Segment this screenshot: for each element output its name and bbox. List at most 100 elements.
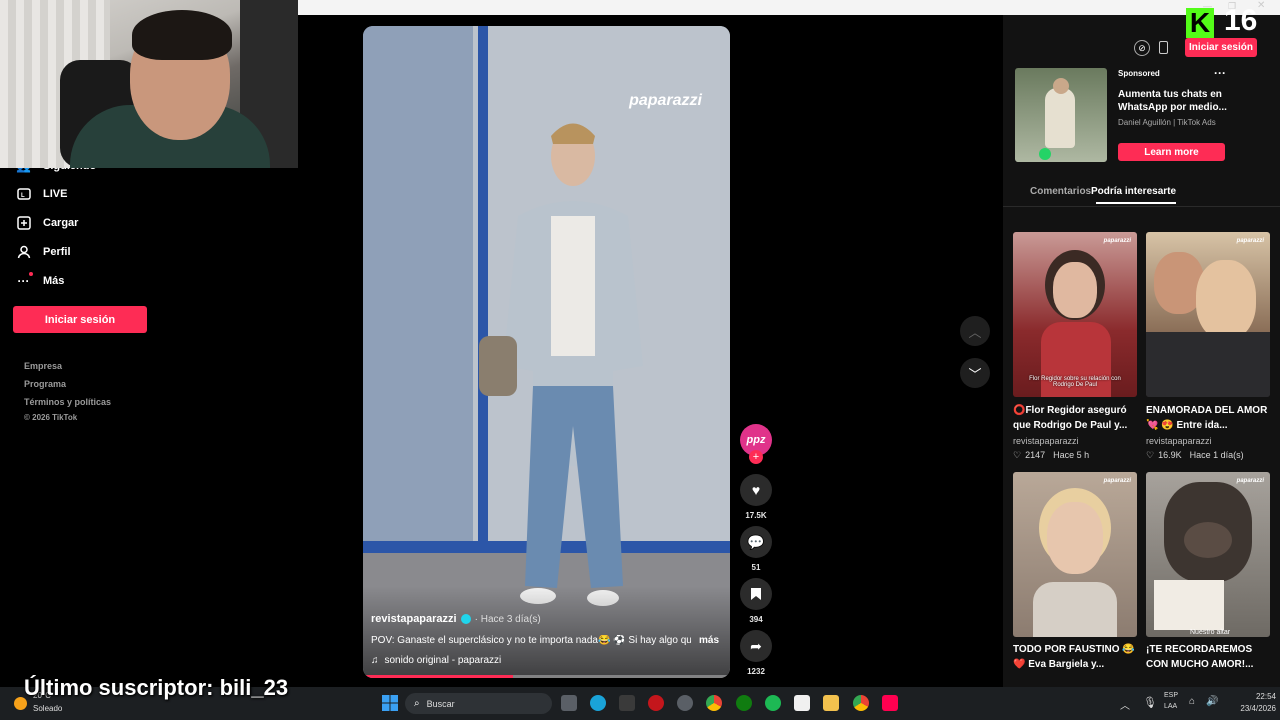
svg-text:L: L [21,193,25,199]
chrome-icon[interactable] [706,695,722,711]
chevron-down-icon: ﹀ [968,366,982,382]
obs-icon[interactable] [677,695,693,711]
suggested-video-thumb[interactable]: paparazzi Nuestro altar [1146,472,1270,637]
ad-sponsored-label: Sponsored [1118,69,1160,78]
suggested-video-time: Hace 5 h [1053,450,1090,460]
previous-video-button[interactable]: ︿ [960,316,990,346]
chevron-up-icon: ︿ [968,324,982,340]
share-button[interactable]: ➦ 1232 [740,630,772,676]
suggested-video-time: Hace 1 día(s) [1189,450,1244,460]
heart-icon: ♥ [740,474,772,506]
ad-title[interactable]: Aumenta tus chats en WhatsApp por medio.… [1118,88,1230,114]
heart-outline-icon: ♡ [1013,450,1022,460]
heart-outline-icon: ♡ [1146,450,1155,460]
spotify-icon[interactable] [765,695,781,711]
suggested-video-likes: 2147 [1025,450,1046,460]
like-button[interactable]: ♥ 17.5K [740,474,772,520]
folder-icon[interactable] [823,695,839,711]
video-time: · Hace 3 día(s) [474,613,541,625]
header-login-button[interactable]: Iniciar sesión [1185,38,1257,57]
creator-avatar[interactable]: ppz + [740,424,772,464]
browser-top-strip [298,0,1280,15]
microphone-icon[interactable]: 🎙 [1143,696,1157,709]
keyboard-layout[interactable]: LAA [1164,703,1177,710]
copyright: © 2026 TikTok [24,413,78,422]
suggested-video-title[interactable]: ENAMORADA DEL AMOR💘 😍 Entre ida... [1146,403,1270,433]
nav-item-upload[interactable]: Cargar [16,215,78,230]
chrome-icon[interactable] [853,695,869,711]
save-count: 394 [749,615,763,624]
video-author[interactable]: revistapaparazzi [371,613,457,625]
video-sound[interactable]: sonido original - paparazzi [385,655,502,666]
task-view-icon[interactable] [561,695,577,711]
search-icon: ⌕ [414,698,420,709]
next-video-button[interactable]: ﹀ [960,358,990,388]
tab-active-indicator [1096,202,1176,204]
live-icon: L [16,186,31,201]
more-icon: ··· [16,272,33,288]
webcam-overlay [0,0,298,168]
compass-icon[interactable]: ⊘ [1134,40,1150,56]
suggested-video-thumb[interactable]: paparazzi Flor Regidor sobre su relación… [1013,232,1137,397]
edge-icon[interactable] [590,695,606,711]
caption-more-button[interactable]: más [699,635,719,646]
verified-icon [460,614,471,624]
video-progress-bar[interactable] [363,675,730,678]
suggested-video-thumb[interactable]: paparazzi [1013,472,1137,637]
suggested-video-title[interactable]: ⭕Flor Regidor aseguró que Rodrigo De Pau… [1013,403,1137,433]
clock-date[interactable]: 23/4/2026 [1219,704,1276,713]
ad-author: Daniel Aguillón | TikTok Ads [1118,118,1216,127]
suggested-video-title[interactable]: TODO POR FAUSTINO 😂 ❤️ Eva Bargiela y... [1013,642,1137,672]
upload-icon [16,215,31,230]
network-icon[interactable]: ⌂ [1189,696,1195,707]
ad-learn-more-button[interactable]: Learn more [1118,143,1225,161]
app-red-icon[interactable] [648,695,664,711]
suggested-video-title[interactable]: ¡TE RECORDAREMOS CON MUCHO AMOR!... [1146,642,1270,672]
follow-plus-icon[interactable]: + [749,450,763,464]
window-close-icon[interactable]: ✕ [1257,0,1265,11]
suggested-video-author[interactable]: revistapaparazzi [1146,436,1212,446]
nav-item-more[interactable]: ··· Más [16,272,64,288]
footer-link-terms[interactable]: Términos y políticas [24,397,111,407]
video-watermark: paparazzi [629,92,702,109]
last-subscriber-overlay: Último suscriptor: bili_23 [24,675,289,700]
video-player[interactable]: paparazzi revistapaparazzi · Hace 3 día(… [363,26,730,678]
ad-menu-icon[interactable]: ··· [1214,66,1226,80]
window-restore-icon[interactable]: ❐ [1228,1,1236,12]
tab-suggested[interactable]: Podría interesarte [1091,186,1176,197]
weather-label[interactable]: Soleado [33,704,62,713]
device-icon[interactable] [1159,41,1168,54]
ad-thumbnail[interactable] [1015,68,1107,162]
language-code[interactable]: ESP [1164,692,1178,699]
bookmark-icon [740,578,772,610]
suggested-video-likes: 16.9K [1158,450,1182,460]
suggested-video-author[interactable]: revistapaparazzi [1013,436,1079,446]
suggested-video-thumb[interactable]: paparazzi [1146,232,1270,397]
nav-item-profile[interactable]: Perfil [16,244,71,259]
sidebar-login-button[interactable]: Iniciar sesión [13,306,147,333]
window-minimize-icon[interactable]: — [1203,1,1212,11]
share-count: 1232 [747,667,765,676]
tiktok-icon[interactable] [882,695,898,711]
windows-start-icon[interactable] [382,695,398,711]
xbox-icon[interactable] [736,695,752,711]
taskbar-search[interactable]: ⌕ Buscar [405,693,552,714]
tab-divider [1003,206,1280,207]
comment-icon: 💬 [740,526,772,558]
volume-icon[interactable]: 🔊 [1206,696,1218,707]
kick-logo-icon: K [1186,8,1214,38]
tab-comments[interactable]: Comentarios [1030,186,1091,197]
clock-time[interactable]: 22:54 [1231,692,1276,701]
video-caption: POV: Ganaste el superclásico y no te imp… [371,635,691,646]
app-icon[interactable] [619,695,635,711]
music-note-icon: ♫ [371,655,379,666]
capcut-icon[interactable] [794,695,810,711]
share-icon: ➦ [740,630,772,662]
video-subject [479,123,643,606]
chevron-up-icon[interactable]: ︿ [1120,697,1130,712]
footer-link-programa[interactable]: Programa [24,379,66,389]
nav-item-live[interactable]: L LIVE [16,186,67,201]
footer-link-empresa[interactable]: Empresa [24,361,62,371]
comment-button[interactable]: 💬 51 [740,526,772,572]
save-button[interactable]: 394 [740,578,772,624]
